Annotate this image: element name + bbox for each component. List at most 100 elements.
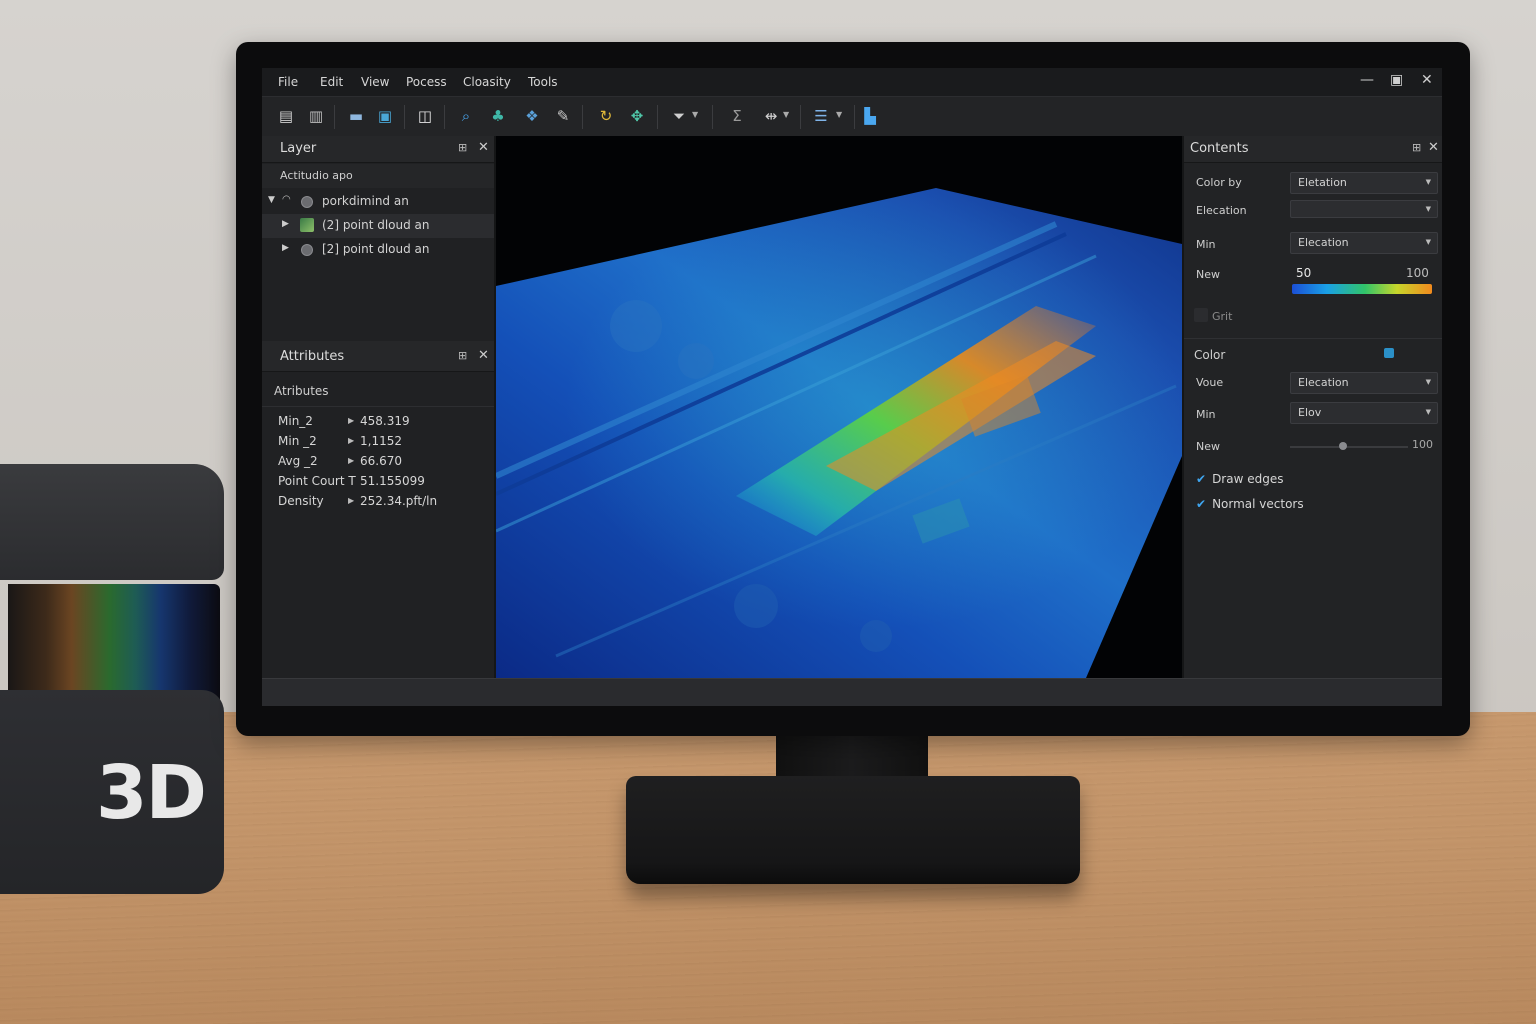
mesh-icon[interactable]: ❖: [522, 106, 542, 126]
point-cloud-viewport[interactable]: [496, 136, 1182, 678]
split-icon[interactable]: ⇹: [761, 106, 781, 126]
layer-row[interactable]: ▶ (2] point dloud an: [262, 214, 494, 238]
close-icon[interactable]: ✕: [1421, 72, 1433, 88]
min-select[interactable]: Elecation ▼: [1290, 232, 1438, 254]
menu-file[interactable]: File: [278, 75, 298, 89]
expand-caret-icon[interactable]: ▶: [282, 219, 289, 229]
attribute-key: Min _2: [278, 434, 317, 448]
pin-icon[interactable]: ⊞: [458, 141, 467, 154]
open-folder-icon[interactable]: ▬: [346, 106, 366, 126]
attribute-row: Avg _2 ▶ 66.670: [262, 452, 494, 472]
layer-row[interactable]: ▶ [2] point dloud an: [262, 238, 494, 262]
new-file-icon[interactable]: ▤: [276, 106, 296, 126]
draw-edges-label: Draw edges: [1212, 472, 1284, 486]
point-cloud-render: [496, 188, 1182, 678]
grit-label: Grit: [1212, 310, 1233, 323]
color-label: Color: [1194, 348, 1226, 362]
layer-subtitle: Actitudio apo: [280, 169, 353, 182]
layer-label: [2] point dloud an: [322, 242, 430, 256]
document-icon[interactable]: ▥: [306, 106, 326, 126]
chevron-down-icon: ▼: [1425, 378, 1431, 386]
chevron-down-icon: ▼: [1425, 408, 1431, 416]
list-dropdown-icon[interactable]: ▼: [836, 110, 842, 119]
min2-value: Elov: [1298, 406, 1322, 419]
layer-subheader: Actitudio apo: [262, 164, 494, 188]
collapse-caret-icon[interactable]: ▼: [268, 195, 275, 205]
attribute-row: Min _2 ▶ 1,1152: [262, 432, 494, 452]
sigma-icon[interactable]: Σ: [727, 106, 747, 126]
split-dropdown-icon[interactable]: ▼: [783, 110, 789, 119]
zoom-search-icon[interactable]: ⌕: [456, 106, 476, 126]
new2-slider-thumb[interactable]: [1339, 442, 1348, 450]
visibility-icon[interactable]: ◠: [282, 194, 291, 205]
close-icon[interactable]: ✕: [478, 348, 489, 363]
attribute-key: Avg _2: [278, 454, 318, 468]
close-icon[interactable]: ✕: [1428, 140, 1439, 155]
point-cloud-icon[interactable]: ♣: [488, 106, 508, 126]
attribute-value: 458.319: [360, 414, 410, 428]
lidar-scanner-device: 3D: [0, 464, 224, 894]
layer-dot-icon: [301, 244, 313, 256]
expand-caret-icon[interactable]: ▶: [282, 243, 289, 253]
menu-view[interactable]: View: [361, 75, 389, 89]
elecation-label: Elecation: [1196, 204, 1247, 217]
rotate-icon[interactable]: ↻: [596, 106, 616, 126]
import-icon[interactable]: ▣: [375, 106, 395, 126]
normal-vectors-checkbox[interactable]: ✔ Normal vectors: [1196, 497, 1304, 511]
new2-value: 100: [1412, 438, 1433, 451]
layer-label: (2] point dloud an: [322, 218, 430, 232]
new2-label: New: [1196, 440, 1220, 453]
min-value: Elecation: [1298, 236, 1349, 249]
pin-icon[interactable]: ⊞: [458, 349, 467, 362]
color-by-select[interactable]: Eletation ▼: [1290, 172, 1438, 194]
layer-dot-icon: [301, 196, 313, 208]
attribute-arrow-icon: ▶: [348, 496, 355, 505]
voue-select[interactable]: Elecation ▼: [1290, 372, 1438, 394]
attribute-value: 1,1152: [360, 434, 402, 448]
min2-select[interactable]: Elov ▼: [1290, 402, 1438, 424]
contents-panel: Contents ⊞ ✕ Color by Eletation ▼ Elecat…: [1182, 136, 1442, 678]
attribute-arrow-icon: ▶: [348, 436, 355, 445]
range-max: 100: [1406, 266, 1429, 280]
minimize-icon[interactable]: —: [1360, 72, 1374, 88]
scanner-top: [0, 464, 224, 580]
menu-bar: File Edit View Pocess Cloasity Tools — ▣…: [262, 68, 1442, 96]
list-icon[interactable]: ☰: [811, 106, 831, 126]
draw-edges-checkbox[interactable]: ✔ Draw edges: [1196, 472, 1283, 486]
attribute-arrow-icon: ▶: [348, 416, 355, 425]
attribute-value: 252.34.pft/ln: [360, 494, 438, 508]
menu-classify[interactable]: Cloasity: [463, 75, 511, 89]
pin-icon[interactable]: ⊞: [1412, 141, 1421, 154]
brush-icon[interactable]: ✎: [553, 106, 573, 126]
attribute-key: Density: [278, 494, 324, 508]
menu-edit[interactable]: Edit: [320, 75, 343, 89]
maximize-icon[interactable]: ▣: [1390, 72, 1403, 88]
checkmark-icon: ✔: [1196, 472, 1207, 486]
new2-slider-track[interactable]: [1290, 446, 1408, 448]
color-swatch[interactable]: [1384, 348, 1394, 358]
point-cloud-thumb-icon: [300, 218, 314, 232]
chevron-down-icon: ▼: [1425, 205, 1431, 213]
close-icon[interactable]: ✕: [478, 140, 489, 155]
app-window: File Edit View Pocess Cloasity Tools — ▣…: [262, 68, 1442, 706]
chart-icon[interactable]: ▙: [860, 106, 880, 126]
layer-row[interactable]: ▼ ◠ porkdimind an: [262, 190, 494, 214]
contents-panel-title: Contents: [1190, 141, 1249, 156]
voue-value: Elecation: [1298, 376, 1349, 389]
pan-icon[interactable]: ✥: [627, 106, 647, 126]
menu-tools[interactable]: Tools: [528, 75, 558, 89]
color-ramp-bar[interactable]: [1292, 284, 1432, 294]
filter-icon[interactable]: ⏷: [669, 106, 689, 126]
grit-checkbox[interactable]: [1194, 308, 1208, 322]
normal-vectors-label: Normal vectors: [1212, 497, 1304, 511]
device-label: 3D: [96, 750, 207, 836]
menu-process[interactable]: Pocess: [406, 75, 447, 89]
elecation-select[interactable]: ▼: [1290, 200, 1438, 218]
attributes-subheader: Atributes: [262, 376, 494, 407]
attribute-value: 51.155099: [360, 474, 425, 488]
contents-panel-header: Contents ⊞ ✕: [1184, 136, 1442, 163]
layer-label: porkdimind an: [322, 194, 409, 208]
save-icon[interactable]: ◫: [415, 106, 435, 126]
filter-dropdown-icon[interactable]: ▼: [692, 110, 698, 119]
color-by-label: Color by: [1196, 176, 1242, 189]
